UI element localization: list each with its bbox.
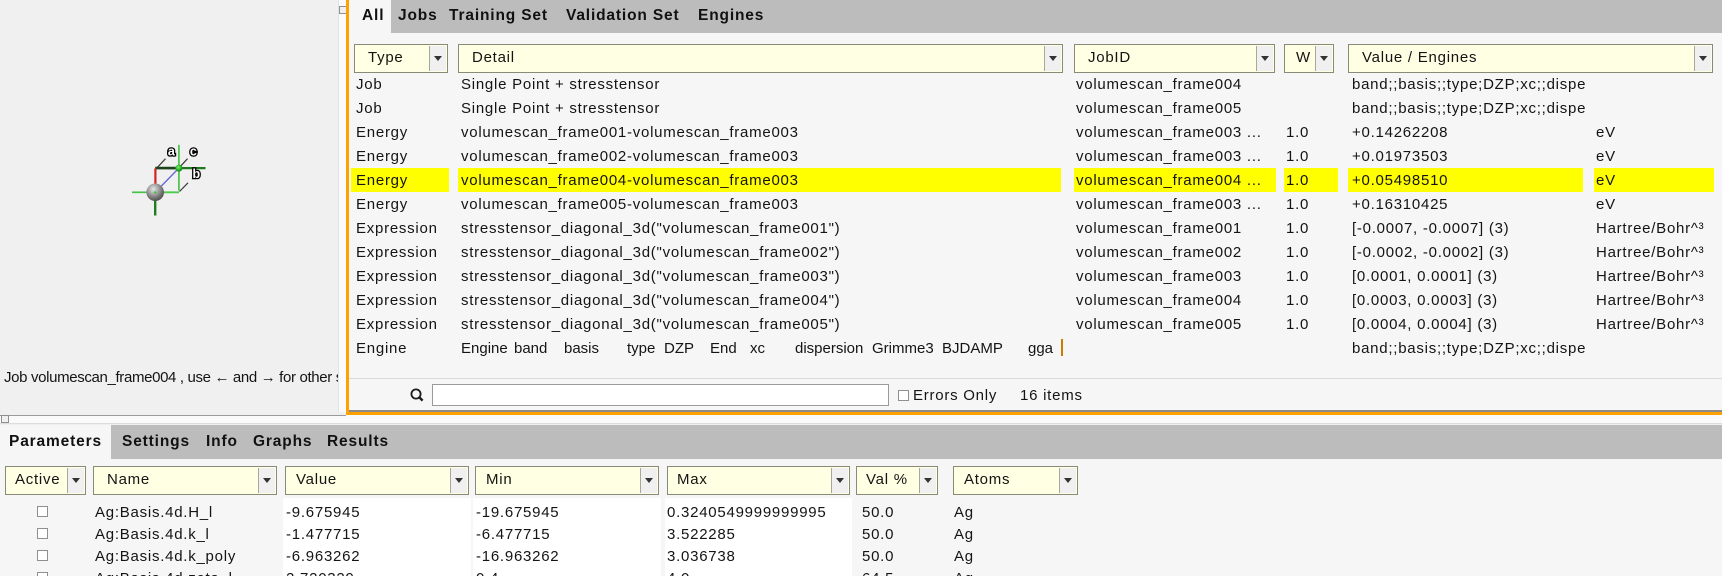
svg-text:a: a [168, 144, 176, 158]
svg-text:c: c [190, 144, 197, 158]
svg-text:b: b [192, 167, 200, 181]
